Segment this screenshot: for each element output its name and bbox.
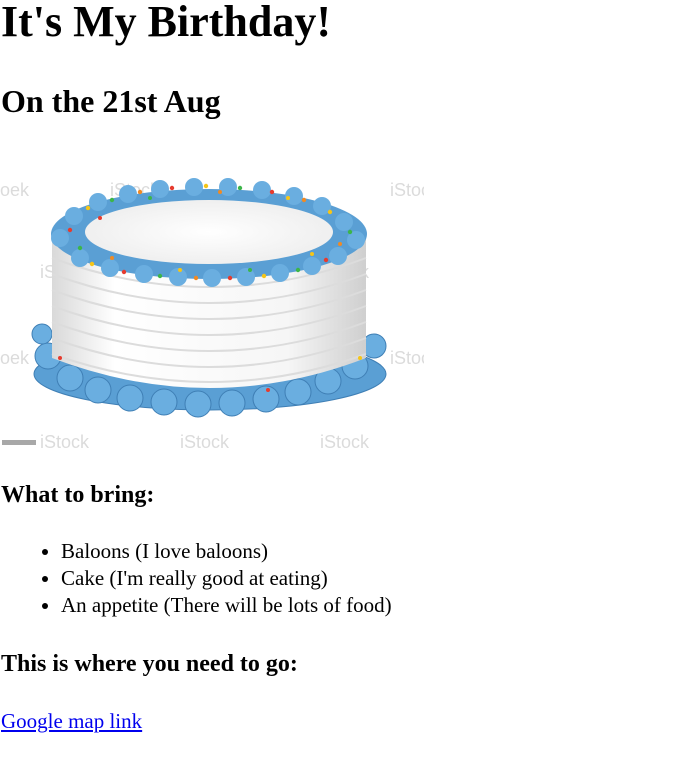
list-item: Cake (I'm really good at eating)	[61, 565, 392, 592]
directions-heading: This is where you need to go:	[1, 651, 298, 677]
svg-text:iStock: iStock	[320, 432, 370, 452]
svg-text:iStock: iStock	[390, 348, 424, 368]
what-to-bring-heading: What to bring:	[1, 482, 155, 508]
svg-text:iStock: iStock	[180, 432, 230, 452]
birthday-cake-image: oek iStock iStock iStock iStock iStock o…	[0, 178, 424, 452]
svg-text:oek: oek	[0, 348, 30, 368]
party-date: On the 21st Aug	[1, 83, 221, 119]
page-title: It's My Birthday!	[1, 0, 331, 46]
google-map-link[interactable]: Google map link	[1, 707, 142, 735]
list-item: An appetite (There will be lots of food)	[61, 592, 392, 619]
bring-list: Baloons (I love baloons) Cake (I'm reall…	[0, 538, 392, 619]
list-item: Baloons (I love baloons)	[61, 538, 392, 565]
svg-text:iStock: iStock	[40, 432, 90, 452]
svg-text:oek: oek	[0, 180, 30, 200]
svg-text:iStock: iStock	[390, 180, 424, 200]
